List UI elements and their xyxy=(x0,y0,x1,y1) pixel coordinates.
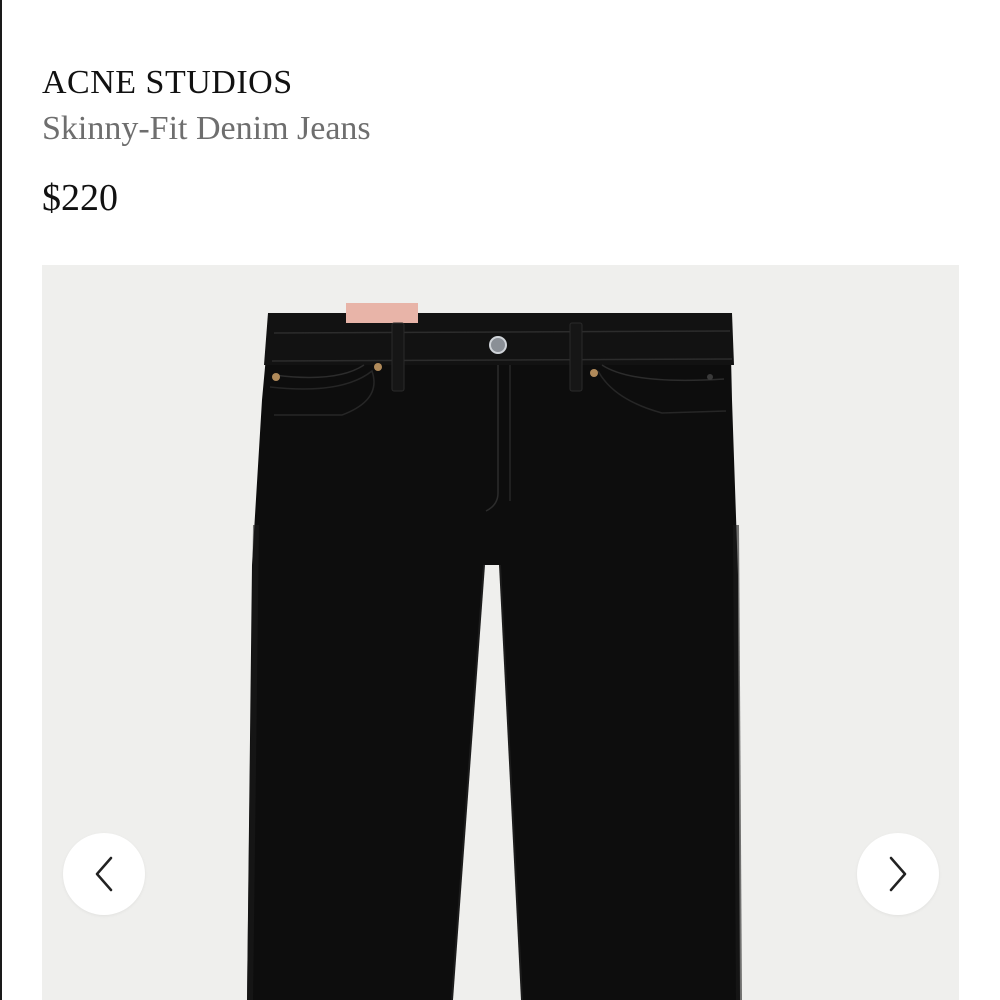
product-title: Skinny-Fit Denim Jeans xyxy=(42,110,371,147)
previous-image-button[interactable] xyxy=(63,833,145,915)
chevron-left-icon xyxy=(95,856,113,892)
chevron-right-icon xyxy=(889,856,907,892)
product-image xyxy=(42,265,959,1000)
product-price: $220 xyxy=(42,177,118,219)
window-edge xyxy=(0,0,2,1000)
next-image-button[interactable] xyxy=(857,833,939,915)
product-gallery[interactable] xyxy=(42,265,959,1000)
brand-name[interactable]: ACNE STUDIOS xyxy=(42,64,293,102)
